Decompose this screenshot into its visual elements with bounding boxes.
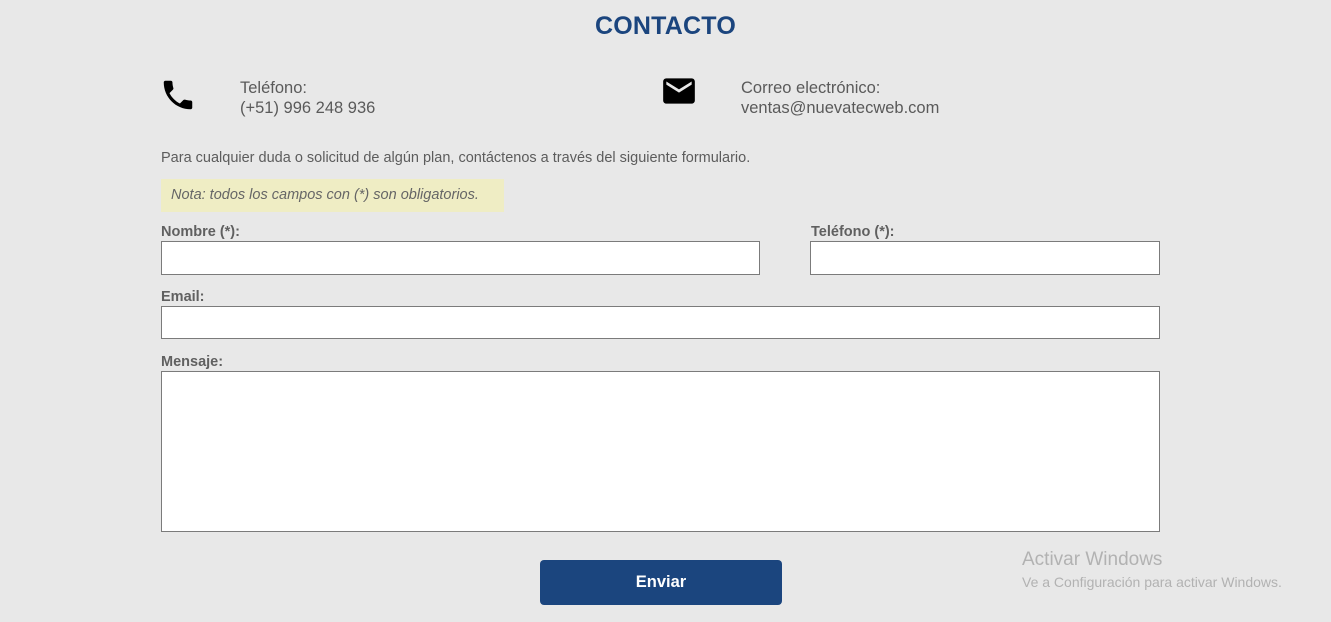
phone-value: (+51) 996 248 936 [240,99,376,117]
name-input[interactable] [161,241,760,275]
submit-button[interactable]: Enviar [540,560,782,605]
email-info: Correo electrónico: ventas@nuevatecweb.c… [741,78,939,118]
phone-input[interactable] [810,241,1160,275]
message-label: Mensaje: [161,354,224,370]
email-value: ventas@nuevatecweb.com [741,99,940,117]
form-intro: Para cualquier duda o solicitud de algún… [161,150,751,166]
phone-field-label: Teléfono (*): [811,224,895,240]
email-input[interactable] [161,306,1160,339]
message-textarea[interactable] [161,371,1160,532]
phone-info: Teléfono: (+51) 996 248 936 [240,78,375,118]
required-fields-note: Nota: todos los campos con (*) son oblig… [161,179,504,212]
phone-icon [163,80,193,110]
name-label: Nombre (*): [161,224,240,240]
page-title: CONTACTO [595,12,736,40]
envelope-icon [663,78,695,104]
email-field-label: Email: [161,289,205,305]
email-label: Correo electrónico: [741,79,881,97]
windows-activation-subtitle: Ve a Configuración para activar Windows. [1022,574,1282,590]
windows-activation-title: Activar Windows [1022,549,1163,570]
phone-label: Teléfono: [240,79,307,97]
